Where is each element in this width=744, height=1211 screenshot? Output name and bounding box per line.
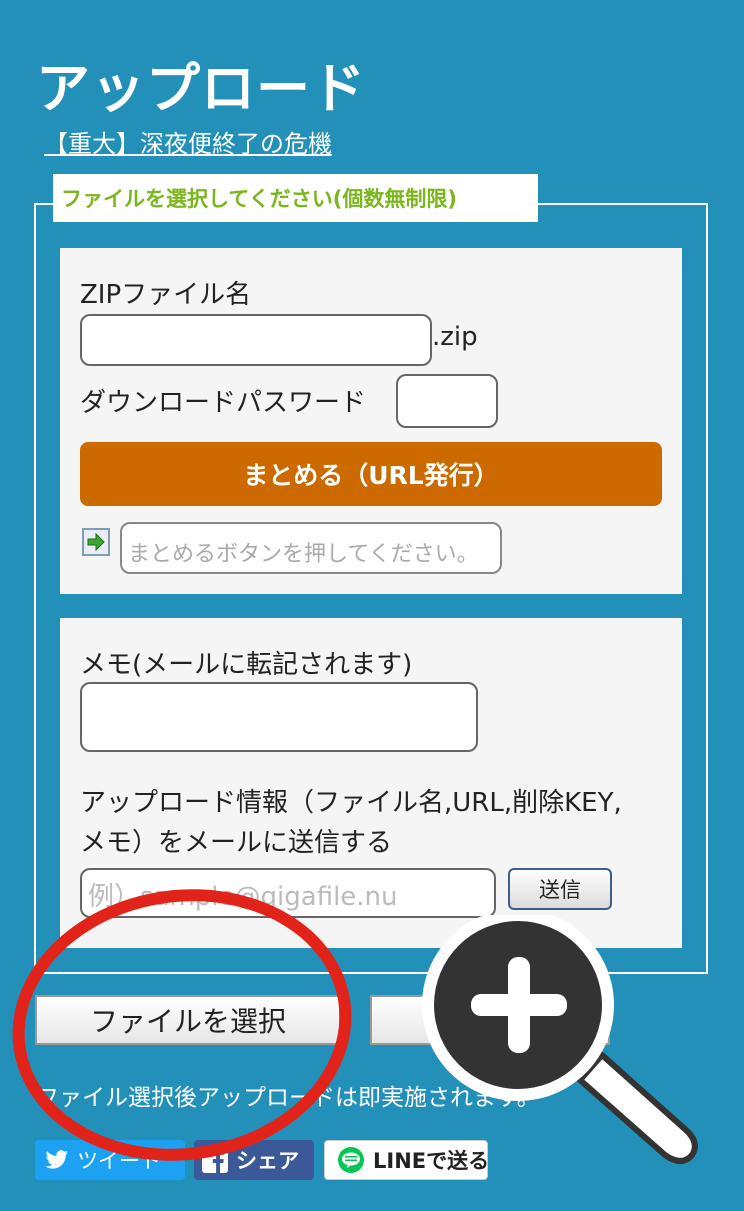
zip-panel: ZIPファイル名 .zip ダウンロードパスワード まとめる（URL発行） まと… [60, 248, 682, 594]
send-button[interactable]: 送信 [508, 868, 612, 910]
fieldset-legend: ファイルを選択してください(個数無制限) [53, 174, 538, 222]
tweet-label: ツイート [77, 1149, 161, 1173]
memo-panel: メモ(メールに転記されます) アップロード情報（ファイル名,URL,削除KEY,… [60, 618, 682, 948]
url-output-field[interactable]: まとめるボタンを押してください。 [120, 522, 502, 574]
email-input[interactable]: 例）sample@gigafile.nu [80, 868, 496, 918]
page-title: アップロード [36, 57, 366, 120]
password-input[interactable] [396, 374, 498, 428]
send-info-line1: アップロード情報（ファイル名,URL,削除KEY, [80, 788, 622, 818]
memo-label: メモ(メールに転記されます) [80, 650, 413, 680]
line-icon [338, 1147, 364, 1173]
facebook-icon [202, 1147, 228, 1173]
zip-name-input[interactable] [80, 314, 432, 366]
memo-textarea[interactable] [80, 682, 478, 752]
merge-url-button[interactable]: まとめる（URL発行） [80, 442, 662, 506]
zip-name-label: ZIPファイル名 [80, 280, 252, 310]
magnifier-plus-icon [422, 915, 698, 1164]
send-info-line2: メモ）をメールに送信する [80, 828, 393, 858]
zip-extension: .zip [432, 322, 478, 352]
twitter-bird-icon [45, 1150, 68, 1169]
notice-link[interactable]: 【重大】深夜便終了の危機 [44, 124, 332, 159]
tweet-button[interactable]: ツイート [35, 1140, 185, 1180]
facebook-share-button[interactable]: シェア [194, 1140, 314, 1180]
facebook-label: シェア [236, 1149, 299, 1173]
select-file-button[interactable]: ファイルを選択 [35, 995, 341, 1045]
arrow-right-icon [82, 528, 110, 556]
password-label: ダウンロードパスワード [80, 388, 367, 418]
